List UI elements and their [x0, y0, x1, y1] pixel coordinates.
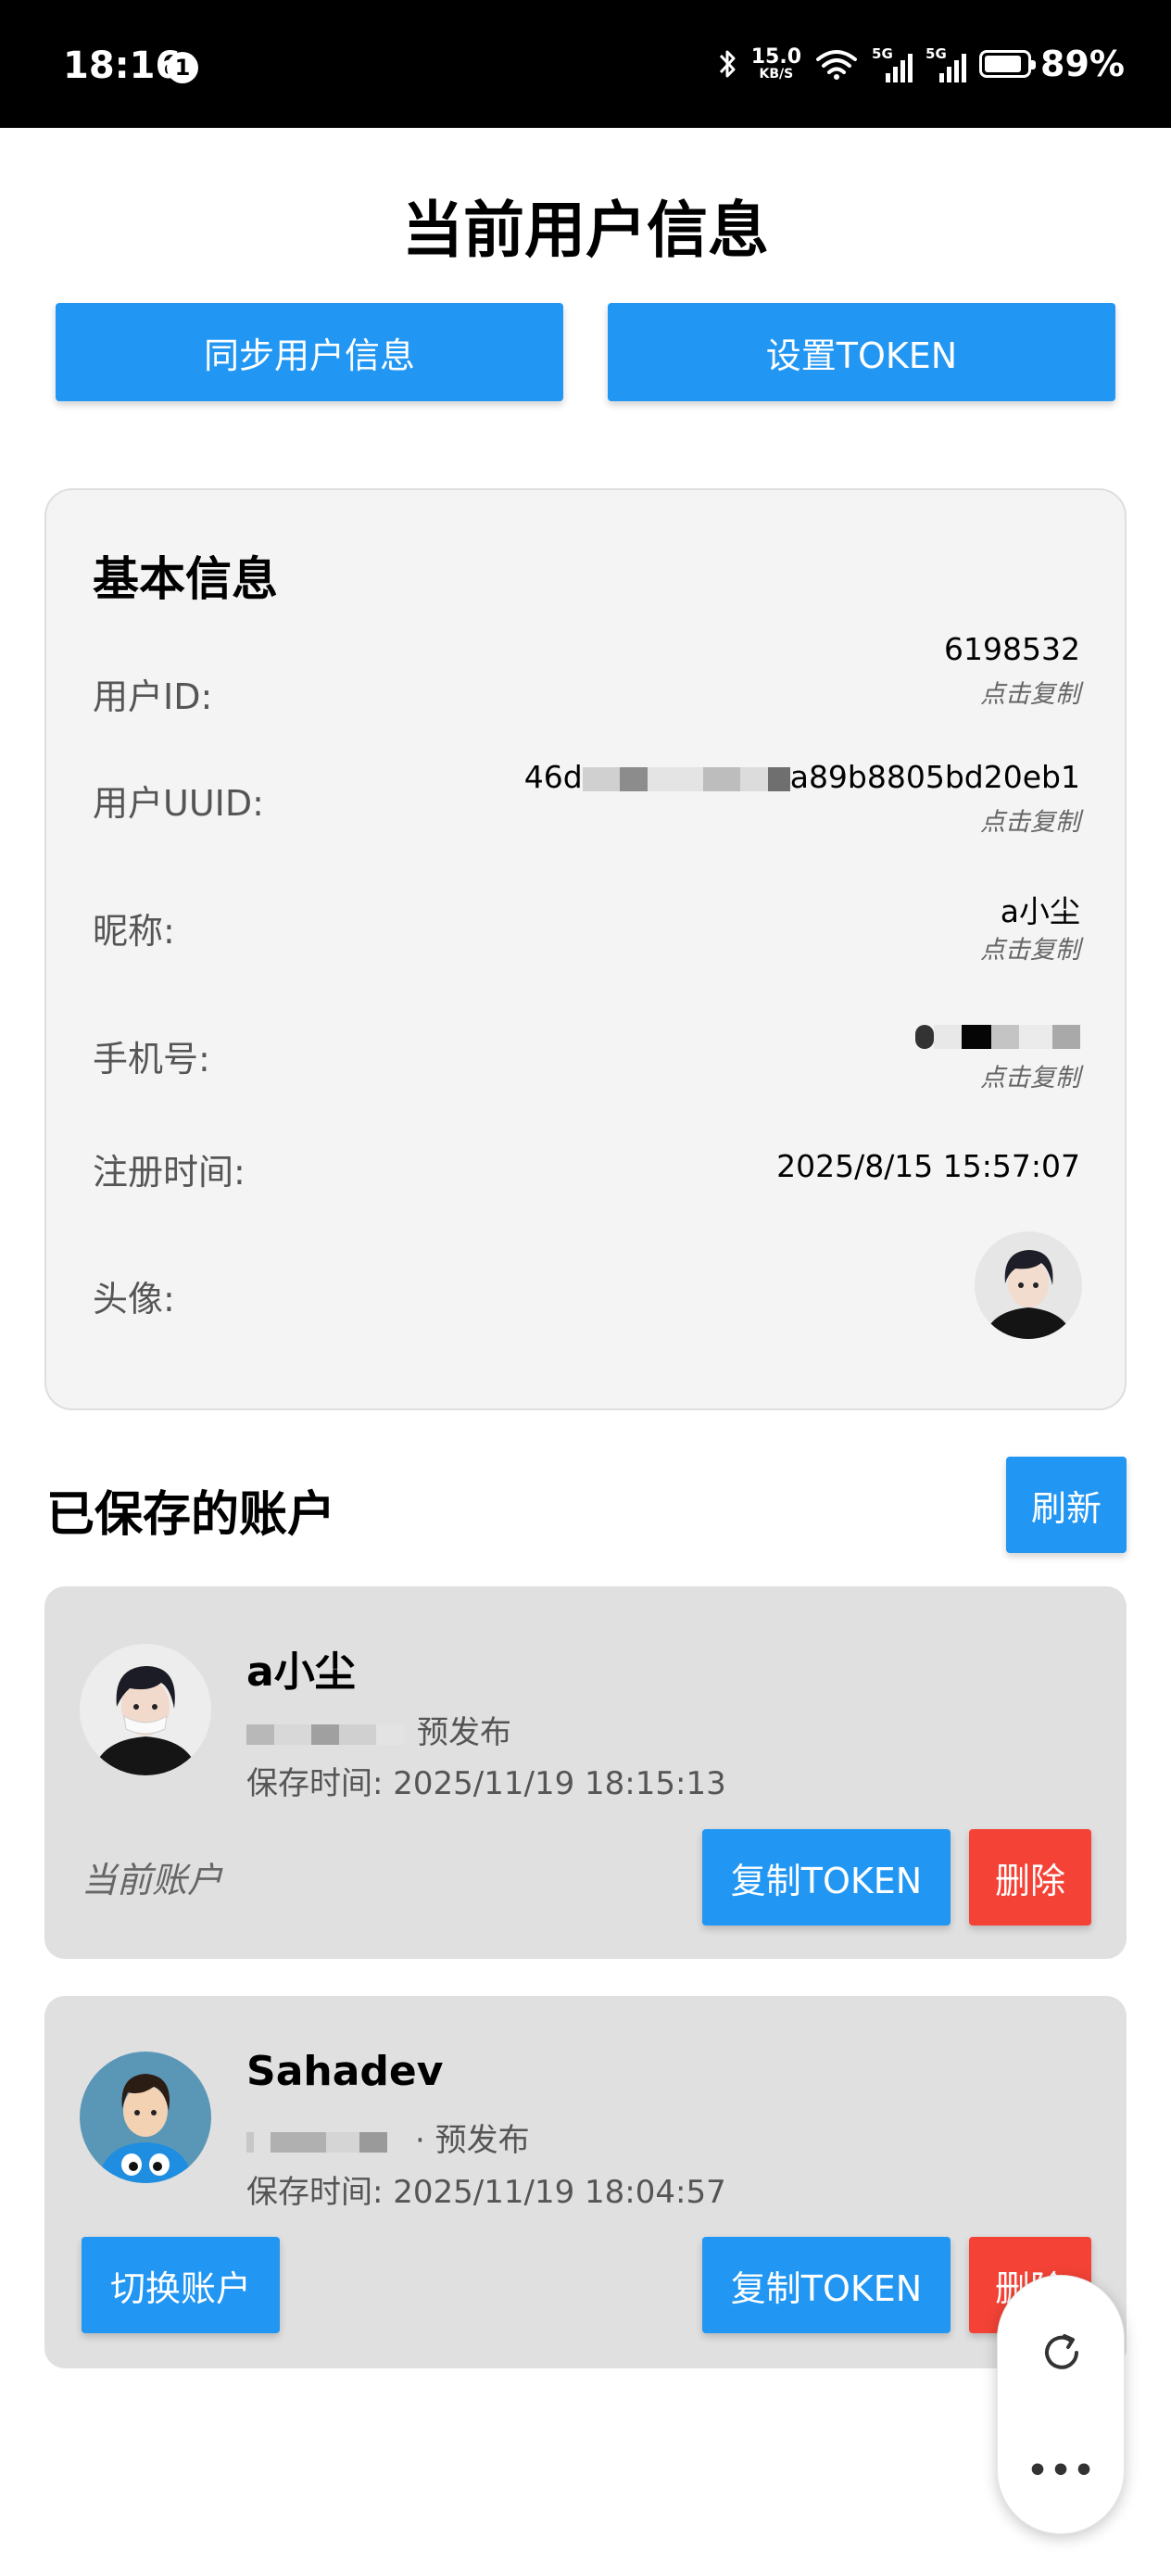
account-env-label: 预发布 [417, 1714, 511, 1751]
status-icons: 15.0 KB/S 5G 5G 89% [718, 41, 1125, 87]
status-time: 18:16 [63, 44, 182, 87]
account-saved-time: 保存时间: 2025/11/19 18:15:13 [246, 1765, 726, 1802]
basic-info-title: 基本信息 [93, 552, 278, 606]
account-name: Sahadev [246, 2048, 444, 2095]
user-id-copy-hint[interactable]: 点击复制 [980, 674, 1080, 710]
nickname-value[interactable]: a小尘 [1001, 887, 1080, 931]
avatar [80, 1644, 211, 1775]
phone-value-redacted[interactable] [915, 1017, 1080, 1053]
copy-token-button[interactable]: 复制TOKEN [702, 1829, 951, 1926]
uuid-copy-hint[interactable]: 点击复制 [980, 802, 1080, 838]
redacted-uuid [582, 766, 620, 791]
battery-percent: 89% [1040, 44, 1125, 84]
account-env: 预发布 [246, 1707, 511, 1752]
basic-info-card: 基本信息 用户ID: 6198532 点击复制 用户UUID: 46d a89b8… [44, 488, 1127, 1410]
battery-level [985, 56, 1022, 72]
phone-label: 手机号: [93, 1039, 210, 1080]
uuid-value[interactable]: 46d a89b8805bd20eb1 [524, 759, 1080, 795]
uuid-prefix: 46d [523, 759, 583, 795]
more-options-icon[interactable]: ••• [998, 2452, 1126, 2490]
net-speed: 15.0 KB/S [750, 45, 802, 82]
nickname-label: 昵称: [93, 911, 175, 952]
account-card-sahadev: Sahadev · 预发布 保存时间: 2025/11/19 18:04:57 … [44, 1996, 1127, 2368]
battery-icon [979, 50, 1037, 78]
avatar [80, 2052, 211, 2183]
user-id-value[interactable]: 6198532 [944, 631, 1080, 667]
register-time-value: 2025/8/15 15:57:07 [776, 1148, 1080, 1184]
status-bar: 18:16 1 15.0 KB/S 5G 5G 89% [0, 0, 1171, 128]
wifi-icon [816, 50, 858, 80]
account-name: a小尘 [246, 1648, 356, 1696]
account-env: · 预发布 [246, 2115, 530, 2160]
refresh-button[interactable]: 刷新 [1006, 1457, 1127, 1553]
avatar-label: 头像: [93, 1279, 175, 1320]
account-saved-time: 保存时间: 2025/11/19 18:04:57 [246, 2174, 726, 2211]
floating-widget: ••• [997, 2275, 1125, 2534]
account-avatar-image [80, 2052, 211, 2183]
page-title: 当前用户信息 [402, 195, 769, 266]
saved-accounts-title: 已保存的账户 [46, 1487, 336, 1543]
delete-button[interactable]: 删除 [969, 1829, 1091, 1926]
account-card-current: a小尘 预发布 保存时间: 2025/11/19 18:15:13 当前账户 复… [44, 1586, 1127, 1959]
copy-token-button[interactable]: 复制TOKEN [702, 2237, 951, 2333]
signal-sim2-icon: 5G [925, 45, 967, 82]
current-account-label: 当前账户 [82, 1860, 223, 1900]
uuid-label: 用户UUID: [93, 783, 264, 824]
switch-account-button[interactable]: 切换账户 [82, 2237, 280, 2333]
net-speed-unit: KB/S [759, 67, 794, 82]
bluetooth-icon [719, 50, 736, 78]
signal-sim1-icon: 5G [872, 45, 913, 82]
reload-icon[interactable] [1039, 2330, 1085, 2376]
account-avatar-image [80, 1644, 211, 1775]
avatar-image [975, 1231, 1082, 1339]
user-id-label: 用户ID: [93, 676, 213, 717]
avatar[interactable] [975, 1231, 1082, 1339]
phone-copy-hint[interactable]: 点击复制 [980, 1057, 1080, 1093]
account-env-label: · 预发布 [415, 2122, 530, 2159]
set-token-button[interactable]: 设置TOKEN [608, 303, 1115, 401]
net-speed-value: 15.0 [750, 45, 802, 69]
nickname-copy-hint[interactable]: 点击复制 [980, 929, 1080, 966]
uuid-suffix: a89b8805bd20eb1 [789, 759, 1080, 795]
sync-user-info-button[interactable]: 同步用户信息 [56, 303, 563, 401]
register-time-label: 注册时间: [93, 1152, 246, 1193]
battery: 89% [979, 44, 1125, 84]
notification-icon: 1 [167, 52, 198, 83]
